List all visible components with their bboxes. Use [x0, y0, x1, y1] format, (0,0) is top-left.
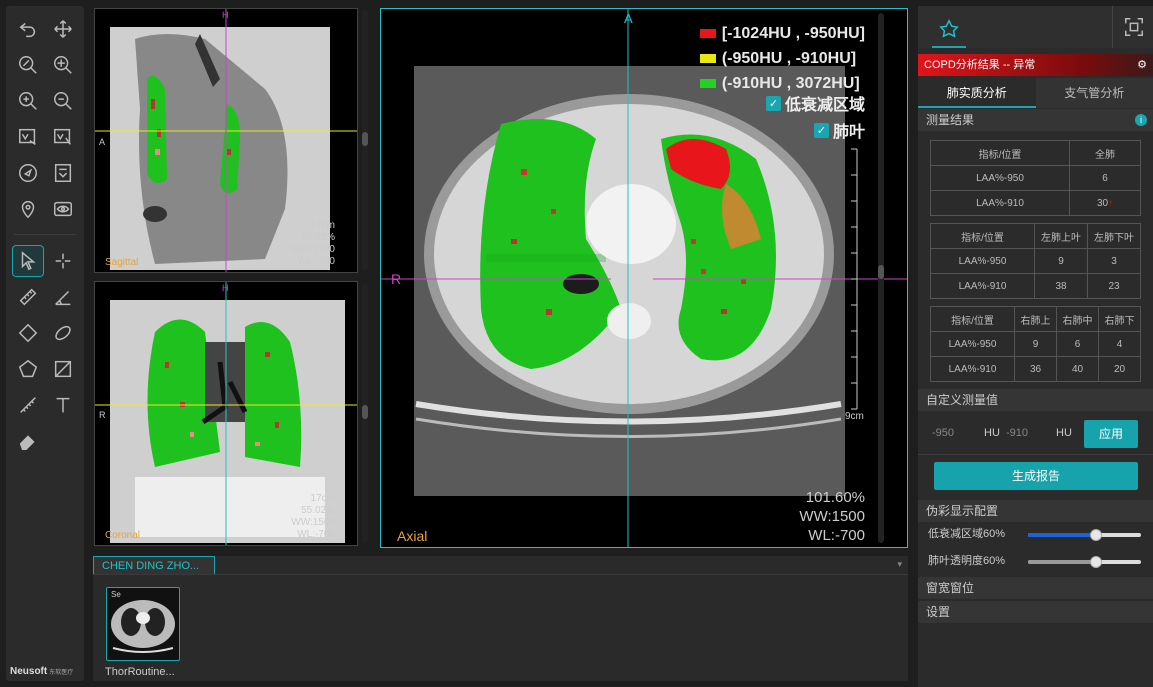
rectangle-roi-icon[interactable] — [13, 318, 43, 348]
info-icon[interactable]: i — [1135, 114, 1147, 126]
lobe-checkbox[interactable]: ✓ 肺叶 — [813, 118, 865, 142]
slider-knob[interactable] — [1089, 529, 1102, 541]
ruler-icon[interactable] — [13, 282, 43, 312]
undo-icon[interactable] — [13, 14, 43, 44]
up-arrow-icon: ↑ — [1108, 197, 1114, 209]
slider-label: 低衰减区域60% — [928, 528, 1006, 540]
low-attenuation-slider[interactable]: 低衰减区域60% — [928, 525, 1143, 545]
viewport-label: Sagittal — [105, 257, 139, 268]
axial-viewport[interactable]: A R 9cm Axial [-1024HU , -950HU] (-950HU… — [380, 8, 908, 548]
hu-input-high[interactable]: -910 — [1006, 427, 1028, 439]
zoom-in-icon[interactable] — [13, 86, 43, 116]
brand-logo: Neusoft 东软医疗 — [10, 666, 74, 677]
pseudo-color-section-header: 伪彩显示配置 — [918, 500, 1153, 522]
zoom-percent-icon[interactable] — [13, 50, 43, 80]
tab-bronchus[interactable]: 支气管分析 — [1035, 78, 1153, 108]
crosshair-icon[interactable] — [48, 246, 78, 276]
pan-icon[interactable] — [48, 14, 78, 44]
ellipse-roi-icon[interactable] — [48, 318, 78, 348]
orientation-left: R — [99, 410, 106, 420]
viewport-info: 17cm 55.02% WW:1500 WL:-700 — [291, 220, 335, 267]
pointer-icon[interactable] — [12, 245, 44, 277]
image-info-icon[interactable] — [48, 158, 78, 188]
viewport-label: Axial — [397, 528, 428, 544]
hu-legend: [-1024HU , -950HU] (-950HU , -910HU] (-9… — [699, 21, 865, 96]
table-left-lung: 指标/位置 左肺上叶 左肺下叶 LAA%-950 9 3 LAA%-910 38 23 — [930, 223, 1141, 299]
patient-tab[interactable]: CHEN DING ZHO... — [93, 556, 215, 574]
orientation-left: A — [99, 137, 106, 147]
hu-unit: HU — [1056, 427, 1072, 439]
custom-hu-inputs: -950 HU -910 HU 应用 — [928, 420, 1138, 448]
freehand-ruler-icon[interactable] — [13, 390, 43, 420]
eraser-icon[interactable] — [13, 426, 43, 456]
slider-knob[interactable] — [1089, 556, 1102, 568]
copd-panel: COPD分析结果 -- 异常 ⚙ 肺实质分析 支气管分析 测量结果 i 指标/位… — [918, 6, 1153, 687]
series-panel: CHEN DING ZHO... ▾ Se ThorRoutine... — [93, 556, 908, 681]
zoom-fit-icon[interactable] — [48, 50, 78, 80]
window-level-section-header[interactable]: 窗宽窗位 — [918, 577, 1153, 599]
zoom-out-icon[interactable] — [48, 86, 78, 116]
check-icon: ✓ — [765, 95, 781, 111]
table-whole-lung: 指标/位置 全肺 LAA%-950 6 LAA%-910 30↑ — [930, 140, 1141, 216]
orientation-top: H — [222, 10, 229, 20]
legend-item: (-950HU , -910HU] — [699, 46, 865, 71]
compass-icon[interactable] — [13, 158, 43, 188]
scale-label: 9cm — [845, 411, 864, 422]
viewport-info: 17cm 55.02% WW:1500 WL:-700 — [291, 493, 335, 540]
settings-gear-icon[interactable]: ⚙ — [1137, 54, 1147, 76]
axial-scrollbar[interactable] — [878, 13, 884, 543]
lobe-opacity-slider[interactable]: 肺叶透明度60% — [928, 552, 1143, 572]
check-icon: ✓ — [813, 122, 829, 138]
viewport-info: 101.60% WW:1500 WL:-700 — [799, 489, 865, 544]
copd-result-banner: COPD分析结果 -- 异常 ⚙ — [918, 54, 1153, 76]
series-label: ThorRoutine... — [105, 666, 175, 678]
low-attenuation-checkbox[interactable]: ✓ 低衰减区域 — [765, 91, 865, 115]
toolbar: Neusoft 东软医疗 — [6, 6, 84, 681]
measure-section-header: 测量结果 i — [918, 109, 1153, 131]
panel-header — [918, 6, 1153, 48]
hu-unit: HU — [984, 427, 1000, 439]
settings-section-header[interactable]: 设置 — [918, 601, 1153, 623]
location-pin-icon[interactable] — [13, 194, 43, 224]
apply-button[interactable]: 应用 — [1084, 420, 1138, 448]
coronal-scrollbar[interactable] — [362, 283, 368, 543]
window-level-roi-icon[interactable] — [48, 122, 78, 152]
orientation-left: R — [391, 271, 402, 287]
custom-section-header: 自定义测量值 — [918, 389, 1153, 411]
series-thumbnail[interactable]: Se — [106, 587, 180, 661]
fullscreen-icon[interactable] — [1123, 16, 1145, 38]
slider-label: 肺叶透明度60% — [928, 555, 1006, 567]
window-level-icon[interactable] — [13, 122, 43, 152]
coronal-viewport[interactable]: H R Coronal 17cm 55.02% WW:1500 WL:-700 — [94, 281, 358, 546]
tab-parenchyma[interactable]: 肺实质分析 — [918, 78, 1036, 108]
viewport-label: Coronal — [105, 530, 141, 541]
crop-icon[interactable] — [48, 354, 78, 384]
polygon-roi-icon[interactable] — [13, 354, 43, 384]
legend-item: [-1024HU , -950HU] — [699, 21, 865, 46]
collapse-icon[interactable]: ▾ — [897, 559, 902, 570]
lung-analysis-icon[interactable] — [932, 12, 966, 48]
generate-report-button[interactable]: 生成报告 — [934, 462, 1138, 490]
angle-icon[interactable] — [48, 282, 78, 312]
hu-input-low[interactable]: -950 — [932, 427, 954, 439]
thumbnail-tag: Se — [111, 590, 121, 599]
sagittal-viewport[interactable]: H A Sagittal 17cm 55.02% WW:1500 WL:-700 — [94, 8, 358, 273]
table-right-lung: 指标/位置 右肺上 右肺中 右肺下 LAA%-950 9 6 4 LAA%-910 36 40 2… — [930, 306, 1141, 382]
orientation-top: A — [624, 11, 633, 26]
orientation-top: H — [222, 283, 229, 293]
text-icon[interactable] — [48, 390, 78, 420]
sagittal-scrollbar[interactable] — [362, 10, 368, 270]
eye-icon[interactable] — [48, 194, 78, 224]
